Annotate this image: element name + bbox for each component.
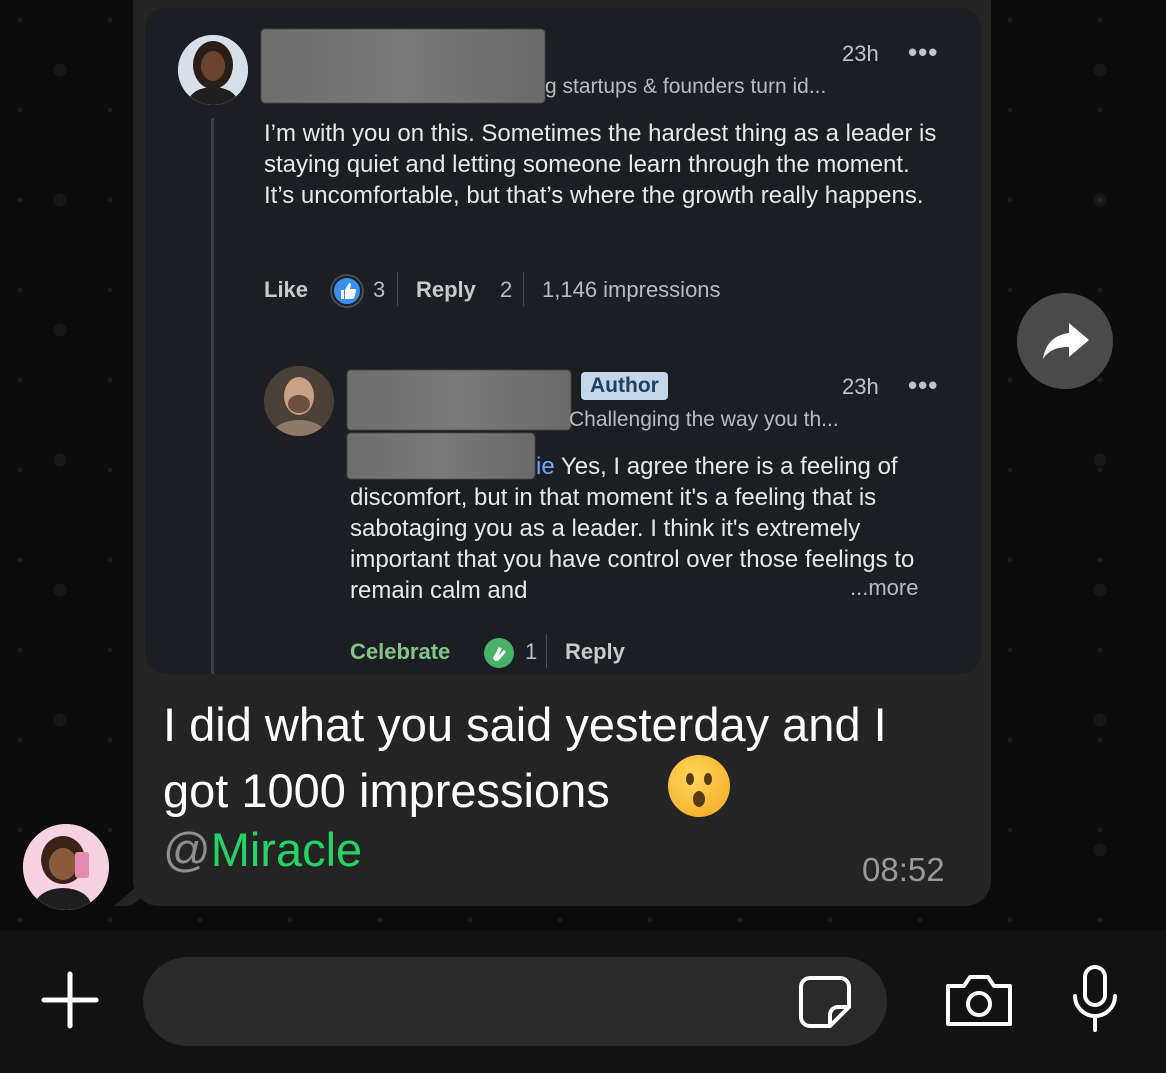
message-text: I did what you said yesterday and I got … (163, 692, 963, 824)
camera-icon (946, 975, 1012, 1026)
celebrate-button[interactable]: Celebrate (350, 639, 450, 665)
commenter-avatar (178, 35, 248, 105)
mention-name: Miracle (210, 823, 363, 876)
like-reaction-icon (332, 276, 362, 306)
message-timestamp: 08:52 (862, 851, 945, 888)
microphone-button[interactable] (1068, 964, 1122, 1034)
reply-button[interactable]: Reply (416, 277, 476, 303)
reply-text: Yes, I agree there is a feeling of disco… (350, 453, 915, 604)
like-count: 3 (373, 277, 386, 302)
celebrate-reaction-icon (484, 638, 514, 668)
divider (523, 272, 524, 306)
plus-icon (41, 971, 99, 1029)
comment-time: 23h (842, 41, 879, 66)
mention-suffix[interactable]: ie (536, 453, 555, 480)
mention[interactable]: @Miracle (163, 822, 362, 877)
camera-button[interactable] (942, 970, 1016, 1030)
hushed-face-emoji-icon (668, 755, 730, 817)
divider (546, 634, 547, 668)
sticker-icon (799, 976, 851, 1028)
forward-arrow-icon (1043, 323, 1089, 359)
reply-button[interactable]: Reply (565, 639, 625, 665)
shared-linkedin-screenshot[interactable]: g startups & founders turn id... 23h •••… (145, 8, 981, 674)
see-more-link[interactable]: ...more (850, 575, 918, 601)
microphone-icon (1073, 965, 1117, 1032)
sticker-button[interactable] (796, 973, 854, 1031)
comment-text: I’m with you on this. Sometimes the hard… (264, 120, 937, 209)
message-input[interactable] (143, 957, 887, 1046)
forward-button[interactable] (1017, 293, 1113, 389)
redacted-name (261, 29, 545, 103)
like-button[interactable]: Like (264, 277, 308, 303)
more-options-icon[interactable]: ••• (908, 370, 938, 401)
message-body: I did what you said yesterday and I got … (163, 698, 887, 817)
reply-time: 23h (842, 374, 879, 399)
sender-avatar[interactable] (23, 824, 109, 910)
celebrate-count: 1 (525, 639, 538, 664)
impressions-count: 1,146 impressions (542, 277, 721, 302)
thread-line (211, 118, 214, 674)
mention-at: @ (163, 823, 211, 876)
attach-button[interactable] (38, 968, 102, 1032)
more-options-icon[interactable]: ••• (908, 37, 938, 68)
author-badge: Author (581, 372, 668, 400)
author-avatar (264, 366, 334, 436)
divider (397, 272, 398, 306)
author-headline: Challenging the way you th... (569, 408, 839, 431)
redacted-name (347, 370, 571, 430)
reply-count: 2 (500, 277, 513, 302)
commenter-headline: g startups & founders turn id... (545, 75, 827, 98)
